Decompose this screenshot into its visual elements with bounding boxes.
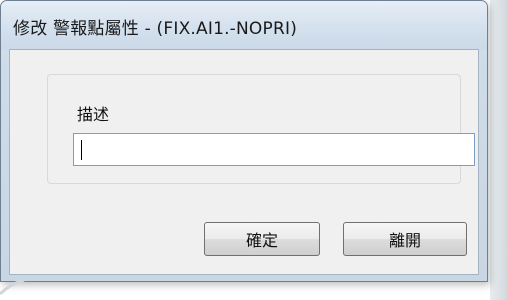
title-bar[interactable]: 修改 警報點屬性 - (FIX.AI1.-NOPRI) bbox=[1, 1, 487, 49]
background-arc-decoration bbox=[0, 280, 25, 296]
ok-button[interactable]: 確定 bbox=[204, 222, 320, 256]
description-input[interactable] bbox=[73, 133, 475, 166]
dialog-client-area: 描述 確定 離開 bbox=[9, 49, 479, 275]
window-title: 修改 警報點屬性 - (FIX.AI1.-NOPRI) bbox=[13, 19, 298, 39]
description-label: 描述 bbox=[77, 105, 110, 124]
dialog-window: 修改 警報點屬性 - (FIX.AI1.-NOPRI) 描述 確定 離開 bbox=[0, 0, 488, 282]
description-group: 描述 bbox=[47, 74, 475, 184]
background-edge bbox=[490, 0, 507, 300]
cancel-button[interactable]: 離開 bbox=[343, 222, 467, 256]
text-caret bbox=[81, 140, 82, 160]
